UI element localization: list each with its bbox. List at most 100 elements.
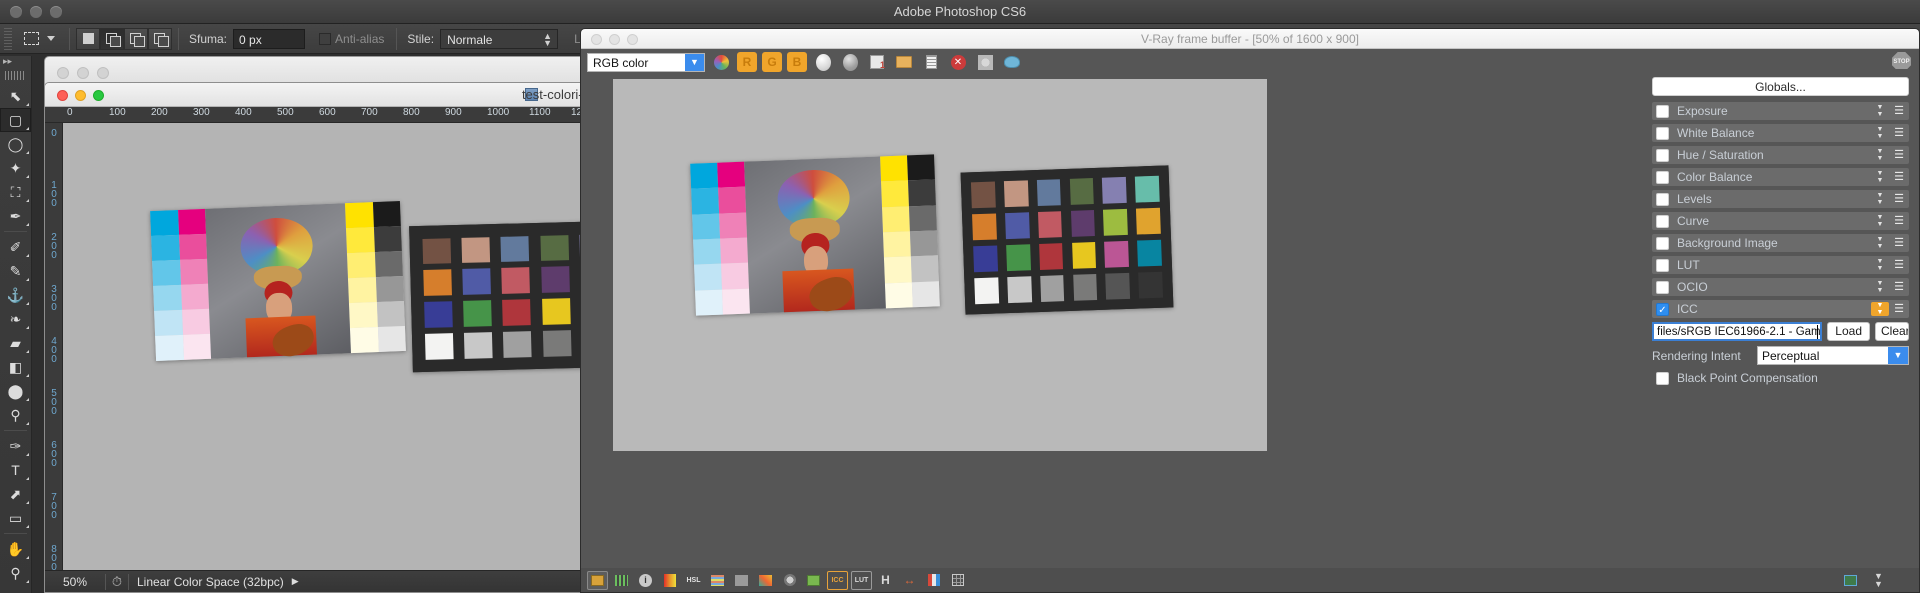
- blur-tool[interactable]: ⬤: [0, 379, 31, 403]
- row-menu-icon[interactable]: ☰: [1889, 216, 1909, 227]
- hsl-icon[interactable]: HSL: [683, 571, 704, 590]
- open-image-icon[interactable]: [893, 52, 915, 73]
- palette-collapse-icon[interactable]: ▸▸: [0, 56, 31, 70]
- rectangle-tool[interactable]: ▭: [0, 506, 31, 530]
- intersect-selection-button[interactable]: [148, 27, 172, 50]
- abort-render-icon[interactable]: ✕: [947, 52, 969, 73]
- vertical-ruler[interactable]: 0 100 200 300 400 500 600 700 800: [45, 123, 63, 570]
- checkbox-hue-saturation[interactable]: [1656, 148, 1669, 162]
- background-image-icon[interactable]: [803, 571, 824, 590]
- pixel-grid-icon[interactable]: [947, 571, 968, 590]
- pixel-aspect-icon[interactable]: [611, 571, 632, 590]
- eraser-tool[interactable]: ▰: [0, 331, 31, 355]
- checkbox-exposure[interactable]: [1656, 104, 1669, 118]
- color-wheel-icon[interactable]: [710, 52, 732, 73]
- globals-row-lut[interactable]: LUT ▼ ▼ ☰: [1652, 256, 1909, 274]
- lasso-tool[interactable]: ◯: [0, 132, 31, 156]
- globals-row-background-image[interactable]: Background Image ▼ ▼ ☰: [1652, 234, 1909, 252]
- gradient-tool[interactable]: ◧: [0, 355, 31, 379]
- dodge-tool[interactable]: ⚲: [0, 403, 31, 427]
- add-to-selection-button[interactable]: [100, 27, 124, 50]
- checkbox-color-balance[interactable]: [1656, 170, 1669, 184]
- clone-stamp-tool[interactable]: ⚓: [0, 283, 31, 307]
- anti-alias-checkbox[interactable]: [319, 32, 332, 45]
- lut-icon[interactable]: LUT: [851, 570, 872, 590]
- globals-row-levels[interactable]: Levels ▼ ▼ ☰: [1652, 190, 1909, 208]
- expand-chevron-icon[interactable]: ▼ ▼: [1871, 148, 1889, 162]
- icc-profile-path-input[interactable]: files/sRGB IEC61966-2.1 - Gamma 1,8.icc: [1652, 322, 1823, 341]
- row-menu-icon[interactable]: ☰: [1889, 282, 1909, 293]
- row-menu-icon[interactable]: ☰: [1889, 172, 1909, 183]
- eyedropper-tool[interactable]: ✒: [0, 204, 31, 228]
- rendering-intent-select[interactable]: Perceptual ▼: [1757, 346, 1909, 365]
- green-channel-button[interactable]: G: [762, 52, 782, 72]
- copy-to-clipboard-icon[interactable]: [920, 52, 942, 73]
- brush-tool[interactable]: ✎: [0, 259, 31, 283]
- row-menu-icon[interactable]: ☰: [1889, 238, 1909, 249]
- globals-row-hue-saturation[interactable]: Hue / Saturation ▼ ▼ ☰: [1652, 146, 1909, 164]
- black-point-compensation-checkbox[interactable]: [1656, 371, 1669, 385]
- horizontal-stretch-icon[interactable]: ↔: [899, 571, 920, 590]
- color-space-select[interactable]: RGB color ▼: [587, 52, 705, 72]
- icc-clear-button[interactable]: Clear: [1875, 322, 1909, 341]
- globals-button[interactable]: Globals...: [1652, 77, 1909, 96]
- palette-grip[interactable]: [5, 71, 26, 80]
- options-bar-grip[interactable]: [4, 27, 12, 50]
- row-menu-icon[interactable]: ☰: [1889, 260, 1909, 271]
- expand-chevron-icon[interactable]: ▼ ▼: [1871, 170, 1889, 184]
- info-icon[interactable]: i: [635, 571, 656, 590]
- crop-tool[interactable]: ⛶: [0, 180, 31, 204]
- alpha-gray-icon[interactable]: [839, 52, 861, 73]
- globals-row-icc[interactable]: ✓ ICC ▼ ▼ ☰: [1652, 300, 1909, 318]
- type-tool[interactable]: T: [0, 458, 31, 482]
- vfb-render-canvas[interactable]: [613, 79, 1267, 451]
- teapot-preview-icon[interactable]: [1001, 52, 1023, 73]
- zoom-tool[interactable]: ⚲: [0, 561, 31, 585]
- icc-icon[interactable]: ICC: [827, 570, 848, 590]
- render-region-icon[interactable]: [1840, 571, 1861, 590]
- globals-row-curve[interactable]: Curve ▼ ▼ ☰: [1652, 212, 1909, 230]
- pen-tool[interactable]: ✑: [0, 434, 31, 458]
- icc-load-button[interactable]: Load: [1827, 322, 1870, 341]
- expand-chevron-icon[interactable]: ▼ ▼: [1871, 214, 1889, 228]
- checkbox-levels[interactable]: [1656, 192, 1669, 206]
- move-tool[interactable]: ⬉: [0, 84, 31, 108]
- zoom-level[interactable]: 50%: [45, 575, 105, 589]
- rectangular-marquee-tool[interactable]: ▢: [0, 108, 31, 132]
- srgb-toggle-icon[interactable]: [587, 570, 608, 590]
- black-point-compensation-row[interactable]: Black Point Compensation: [1652, 371, 1909, 385]
- hand-tool[interactable]: ✋: [0, 537, 31, 561]
- globals-row-color-balance[interactable]: Color Balance ▼ ▼ ☰: [1652, 168, 1909, 186]
- row-menu-icon[interactable]: ☰: [1889, 106, 1909, 117]
- exposure-icon[interactable]: [779, 571, 800, 590]
- expand-chevron-icon[interactable]: ▼ ▼: [1871, 258, 1889, 272]
- row-menu-icon[interactable]: ☰: [1889, 304, 1909, 315]
- globals-row-ocio[interactable]: OCIO ▼ ▼ ☰: [1652, 278, 1909, 296]
- expand-chevron-icon[interactable]: ▼ ▼: [1871, 236, 1889, 250]
- expand-chevron-icon[interactable]: ▼ ▼: [1871, 302, 1889, 316]
- vray-frame-buffer-window[interactable]: V-Ray frame buffer - [50% of 1600 x 900]…: [580, 28, 1920, 593]
- expand-chevron-icon[interactable]: ▼ ▼: [1871, 192, 1889, 206]
- checkbox-icc[interactable]: ✓: [1656, 302, 1669, 316]
- render-to-image-icon[interactable]: 1: [866, 52, 888, 73]
- levels-icon[interactable]: [755, 571, 776, 590]
- checkbox-lut[interactable]: [1656, 258, 1669, 272]
- checkbox-background-image[interactable]: [1656, 236, 1669, 250]
- style-select[interactable]: Normale ▲ ▼: [440, 28, 559, 49]
- row-menu-icon[interactable]: ☰: [1889, 150, 1909, 161]
- expand-arrow-icon[interactable]: ▶: [292, 576, 299, 587]
- color-balance-icon[interactable]: [707, 571, 728, 590]
- color-corrections-icon[interactable]: [659, 571, 680, 590]
- collapse-chevron-icon[interactable]: ▼ ▼: [1868, 571, 1889, 590]
- globals-row-white-balance[interactable]: White Balance ▼ ▼ ☰: [1652, 124, 1909, 142]
- alpha-white-icon[interactable]: [812, 52, 834, 73]
- path-selection-tool[interactable]: ⬈: [0, 482, 31, 506]
- row-menu-icon[interactable]: ☰: [1889, 128, 1909, 139]
- tool-preset-chevron-icon[interactable]: [47, 36, 55, 41]
- chevron-down-icon[interactable]: ▼: [685, 53, 704, 71]
- checkbox-white-balance[interactable]: [1656, 126, 1669, 140]
- red-channel-button[interactable]: R: [737, 52, 757, 72]
- subtract-from-selection-button[interactable]: [124, 27, 148, 50]
- expand-chevron-icon[interactable]: ▼ ▼: [1871, 280, 1889, 294]
- row-menu-icon[interactable]: ☰: [1889, 194, 1909, 205]
